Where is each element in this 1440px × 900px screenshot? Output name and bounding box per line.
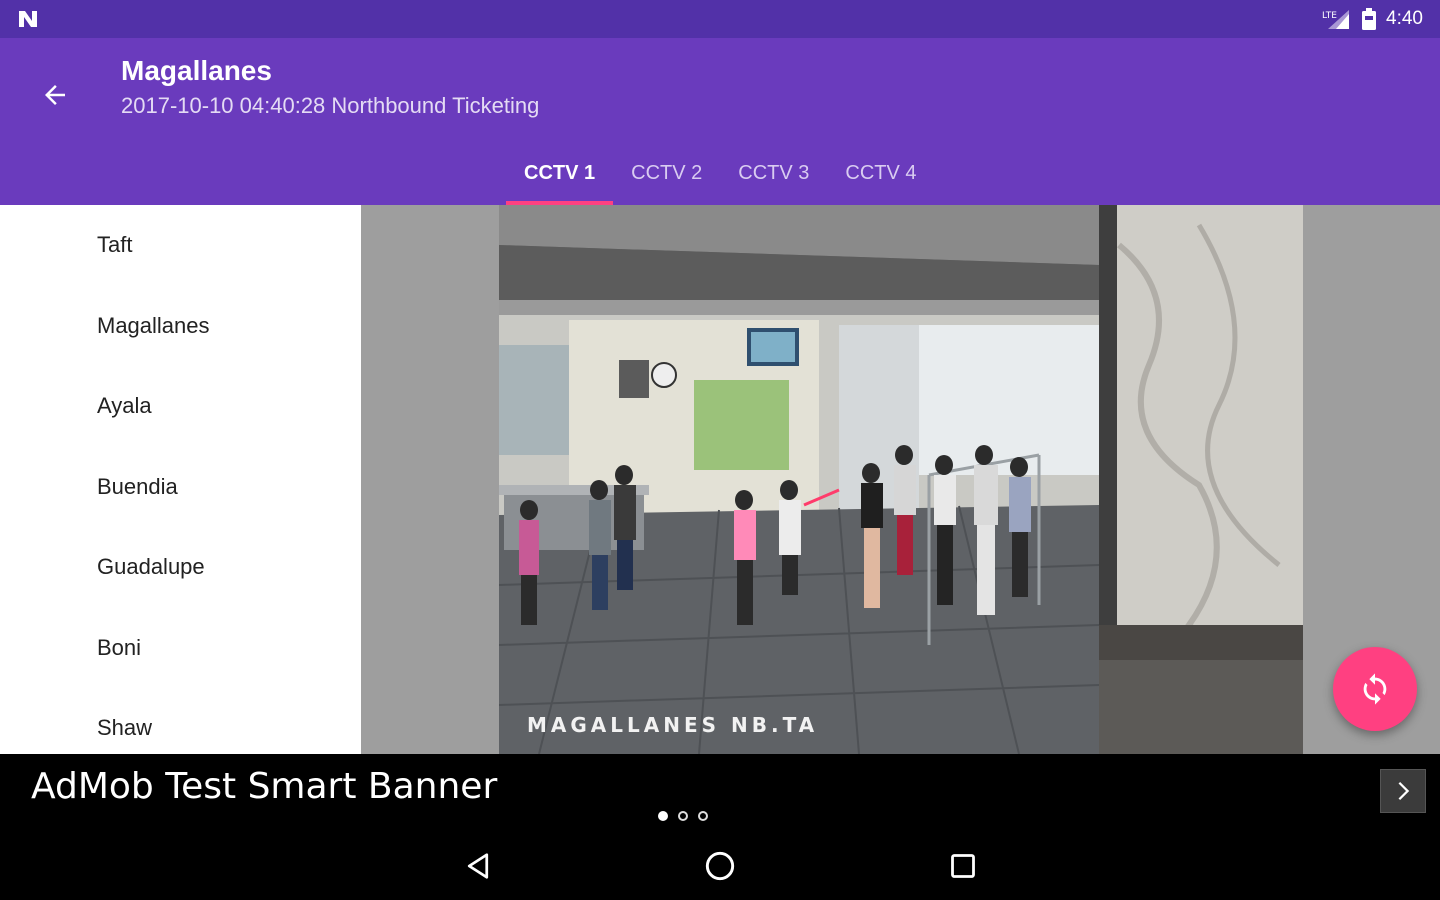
ad-banner[interactable]: AdMob Test Smart Banner [0,754,1440,830]
station-item-taft[interactable]: Taft [0,205,361,286]
camera-label: MAGALLANES NB.TA [527,713,819,737]
station-list[interactable]: Taft Magallanes Ayala Buendia Guadalupe … [0,205,361,754]
ad-dot [658,811,668,821]
square-recents-icon [951,854,975,878]
ad-dot [678,811,688,821]
station-item-magallanes[interactable]: Magallanes [0,286,361,367]
station-item-guadalupe[interactable]: Guadalupe [0,527,361,608]
status-bar: LTE 4:40 [0,0,1440,38]
status-clock: 4:40 [1386,8,1423,29]
ad-dot [698,811,708,821]
cctv-tabs: CCTV 1 CCTV 2 CCTV 3 CCTV 4 [506,142,935,205]
ad-text: AdMob Test Smart Banner [31,766,498,807]
cctv-viewer: MAGALLANES NB.TA [361,205,1440,754]
tab-cctv-3[interactable]: CCTV 3 [720,142,827,205]
station-item-buendia[interactable]: Buendia [0,447,361,528]
circle-home-icon [705,851,735,881]
ad-next-button[interactable] [1380,769,1426,813]
arrow-left-icon [45,85,65,105]
refresh-button[interactable] [1333,647,1417,731]
nav-home-button[interactable] [698,844,742,888]
signal-icon: LTE [1322,10,1349,29]
station-item-ayala[interactable]: Ayala [0,366,361,447]
tab-cctv-1[interactable]: CCTV 1 [506,142,614,205]
page-title: Magallanes [121,55,272,86]
station-item-boni[interactable]: Boni [0,608,361,689]
station-item-shaw[interactable]: Shaw [0,688,361,754]
tab-cctv-2[interactable]: CCTV 2 [613,142,720,205]
system-nav-bar [0,830,1440,900]
nav-back-button[interactable] [456,844,500,888]
cctv-image: MAGALLANES NB.TA [499,205,1303,754]
tab-cctv-4[interactable]: CCTV 4 [827,142,934,205]
back-button[interactable] [26,66,84,124]
ad-pagination [658,811,708,821]
cctv-scene [499,205,1303,754]
svg-text:LTE: LTE [1322,11,1337,21]
app-bar: Magallanes 2017-10-10 04:40:28 Northboun… [0,38,1440,205]
nav-recents-button[interactable] [941,844,985,888]
page-subtitle: 2017-10-10 04:40:28 Northbound Ticketing [121,93,540,118]
n-logo-icon [19,11,37,27]
refresh-icon [1363,673,1387,705]
triangle-back-icon [467,853,489,879]
battery-icon [1362,8,1376,30]
chevron-right-icon [1398,781,1410,801]
